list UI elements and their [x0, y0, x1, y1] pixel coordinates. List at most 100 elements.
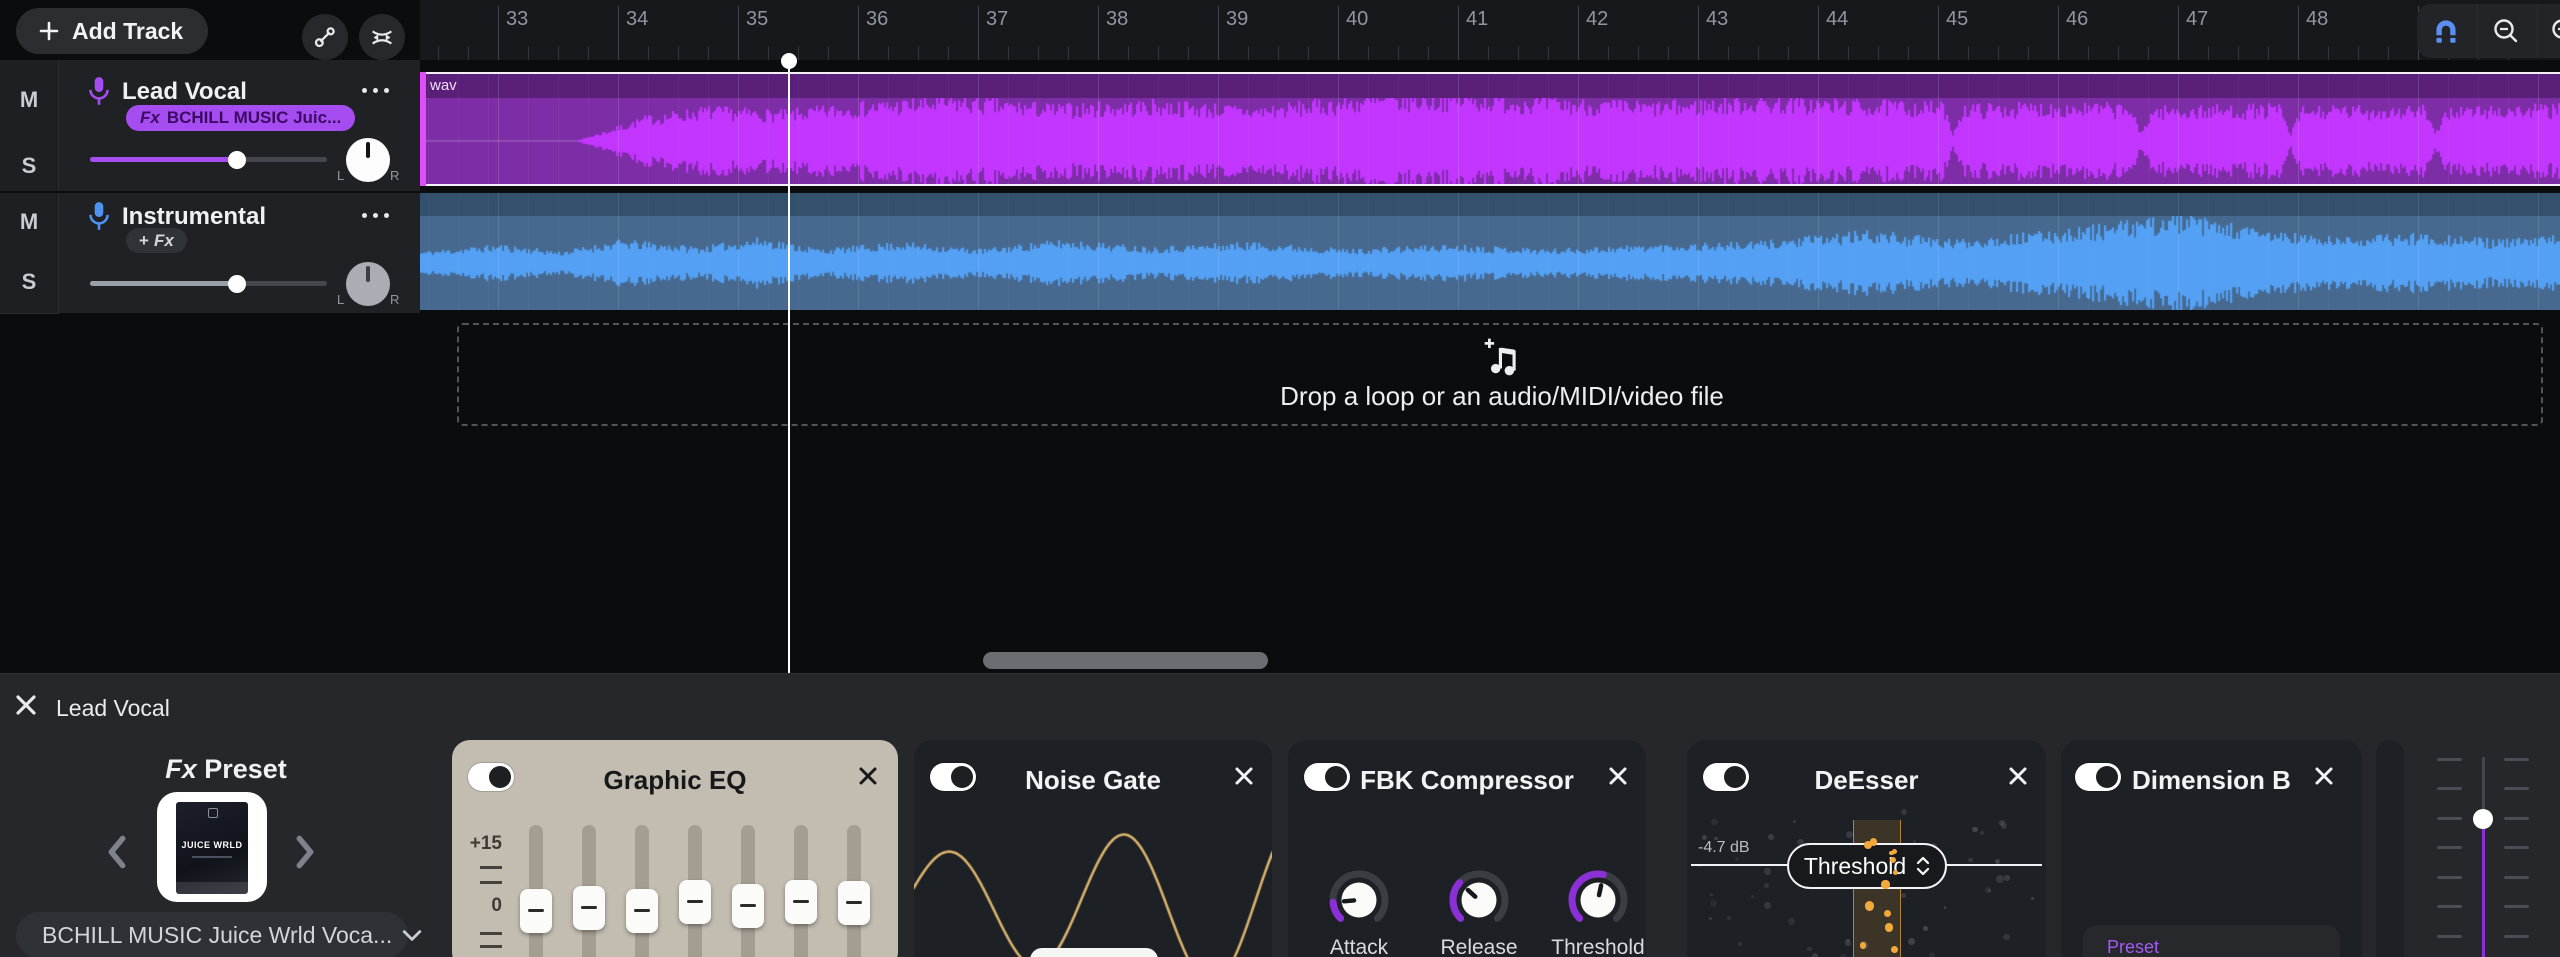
ruler-measure-line	[2058, 6, 2059, 60]
clip-grid-overlay	[420, 74, 2560, 184]
ruler-beat-tick	[1128, 46, 1129, 60]
file-dropzone[interactable]: Drop a loop or an audio/MIDI/video file	[457, 323, 2543, 426]
preset-dropdown[interactable]: BCHILL MUSIC Juice Wrld Voca...	[16, 912, 408, 957]
mic-icon	[86, 76, 112, 113]
knob-threshold[interactable]	[1566, 868, 1630, 932]
timeline-ruler[interactable]: 33343536373839404142434445464748	[420, 0, 2560, 60]
automation-tool-button[interactable]	[302, 14, 348, 60]
track2-mute-button[interactable]: M	[0, 193, 59, 251]
spectrum-dot	[1908, 938, 1915, 945]
ruler-beat-tick	[948, 46, 949, 60]
spectrum-dot	[1923, 926, 1928, 931]
ruler-measure-line	[738, 6, 739, 60]
noise-gate-close-button[interactable]	[1234, 766, 1256, 788]
track2-pan-knob[interactable]	[346, 262, 390, 306]
ruler-beat-tick	[1488, 46, 1489, 60]
track1-volume-fill	[90, 157, 237, 162]
track2-solo-button[interactable]: S	[0, 250, 59, 314]
spectrum-dot	[1968, 858, 1973, 863]
spectrum-dot	[1793, 820, 1797, 824]
add-track-button[interactable]: Add Track	[16, 8, 208, 54]
eq-band-handle[interactable]	[520, 889, 552, 933]
track2-menu-button[interactable]	[362, 213, 389, 218]
panel-close-button[interactable]	[14, 693, 40, 719]
pan-pointer	[366, 142, 370, 158]
ruler-beat-tick	[2388, 46, 2389, 60]
ruler-beat-tick	[2328, 46, 2329, 60]
zoom-out-button[interactable]	[2490, 15, 2526, 49]
spectrum-dot	[2001, 823, 2008, 830]
deesser-close-button[interactable]	[2008, 766, 2030, 788]
track1-menu-button[interactable]	[362, 88, 389, 93]
ruler-measure-number: 45	[1946, 8, 1968, 31]
eq-band-handle[interactable]	[732, 884, 764, 928]
track1-volume-thumb[interactable]	[228, 151, 246, 169]
track1-fx-badge[interactable]: Fx BCHILL MUSIC Juic...	[126, 105, 355, 131]
chevron-down-icon	[402, 929, 422, 942]
playhead-line[interactable]	[788, 67, 790, 673]
eq-band-handle[interactable]	[838, 881, 870, 925]
horizontal-scrollbar[interactable]	[983, 652, 1268, 669]
track2-pan-left-label: L	[337, 292, 344, 307]
instrumental-clip[interactable]	[420, 193, 2560, 310]
spectrum-dot	[1846, 939, 1850, 943]
fader-tick	[2437, 817, 2462, 820]
ruler-beat-tick	[1908, 46, 1909, 60]
ruler-beat-tick	[768, 46, 769, 60]
track1-mute-button[interactable]: M	[0, 60, 59, 141]
knob-release[interactable]	[1447, 868, 1511, 932]
stretch-tool-button[interactable]	[359, 14, 405, 60]
fx-preset-heading: Fx Preset	[0, 754, 452, 785]
zoom-in-button[interactable]	[2548, 15, 2560, 49]
sibilance-dot	[1881, 880, 1889, 888]
ruler-beat-tick	[1728, 46, 1729, 60]
ruler-measure-number: 48	[2306, 8, 2328, 31]
ruler-beat-tick	[708, 46, 709, 60]
dimension-preset-label: Preset	[2107, 937, 2159, 957]
noise-gate-title: Noise Gate	[914, 765, 1272, 796]
ruler-measure-line	[1698, 6, 1699, 60]
deesser-threshold-selector[interactable]: Threshold	[1787, 843, 1947, 889]
preset-artwork-button[interactable]: JUICE WRLD	[157, 792, 267, 902]
track2-volume-thumb[interactable]	[228, 275, 246, 293]
fader-thumb[interactable]	[2473, 809, 2493, 829]
eq-band-handle[interactable]	[785, 880, 817, 924]
snap-magnet-button[interactable]	[2429, 15, 2465, 49]
ruler-beat-tick	[2148, 46, 2149, 60]
artwork-logo-mark	[208, 808, 218, 818]
fx-badge-prefix: Fx	[140, 108, 160, 128]
ruler-measure-line	[1458, 6, 1459, 60]
clip-left-edge[interactable]	[420, 72, 426, 186]
ruler-beat-tick	[1158, 46, 1159, 60]
playhead-handle[interactable]	[781, 53, 797, 69]
preset-prev-button[interactable]	[104, 834, 134, 874]
graphic-eq-close-button[interactable]	[858, 766, 880, 788]
spectrum-dot	[1738, 942, 1742, 946]
compressor-close-button[interactable]	[1608, 766, 1630, 788]
track1-pan-right-label: R	[390, 168, 399, 183]
preset-dropdown-value: BCHILL MUSIC Juice Wrld Voca...	[42, 922, 392, 949]
lead-vocal-clip[interactable]: wav	[420, 72, 2560, 186]
track2-fx-badge[interactable]: + Fx	[126, 228, 187, 253]
eq-band-handle[interactable]	[573, 886, 605, 930]
ruler-beat-tick	[1998, 46, 1999, 60]
preset-next-button[interactable]	[292, 834, 322, 874]
knob-label: Attack	[1289, 936, 1429, 957]
ruler-beat-tick	[2118, 46, 2119, 60]
knob-attack[interactable]	[1327, 868, 1391, 932]
track2-name: Instrumental	[122, 203, 266, 231]
dropzone-text: Drop a loop or an audio/MIDI/video file	[459, 381, 2545, 412]
dimension-b-close-button[interactable]	[2314, 766, 2336, 788]
track1-pan-knob[interactable]	[346, 138, 390, 182]
track1-solo-button[interactable]: S	[0, 140, 59, 192]
add-fx-text: Fx	[154, 231, 174, 251]
spectrum-dot	[1980, 831, 1984, 835]
spectrum-dot	[1812, 953, 1818, 957]
eq-band-handle[interactable]	[679, 880, 711, 924]
spectrum-dot	[1988, 889, 1991, 892]
ruler-measure-number: 39	[1226, 8, 1248, 31]
gate-threshold-pill[interactable]	[1030, 948, 1158, 957]
eq-band-handle[interactable]	[626, 889, 658, 933]
fader-tick	[2504, 876, 2529, 879]
dimension-b-preset-box[interactable]: Preset	[2083, 925, 2340, 957]
